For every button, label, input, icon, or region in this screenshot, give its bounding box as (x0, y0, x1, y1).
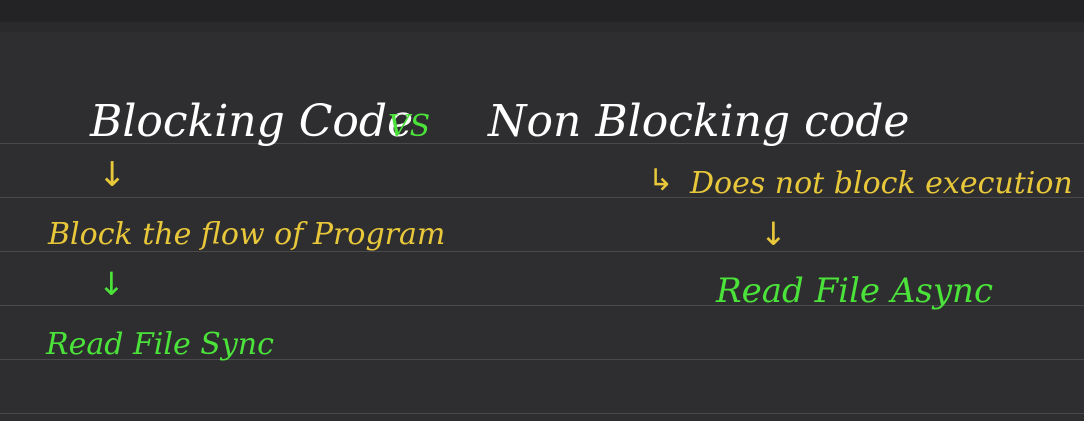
heading-blocking-code: Blocking Code (90, 96, 414, 147)
down-arrow-icon: ↓ (98, 265, 125, 303)
ruled-line (0, 413, 1084, 414)
right-example: Read File Async (716, 271, 993, 311)
top-toolbar-strip (0, 0, 1084, 22)
down-arrow-icon: ↓ (760, 215, 787, 253)
down-arrow-icon: ↓ (98, 155, 127, 195)
notes-canvas: Blocking Code VS Non Blocking code ↓ Blo… (0, 0, 1084, 421)
heading-non-blocking-code: Non Blocking code (488, 96, 910, 147)
left-example: Read File Sync (46, 327, 274, 362)
elbow-arrow-icon: ↳ (648, 163, 674, 198)
heading-vs: VS (388, 109, 431, 144)
right-description: Does not block execution (690, 166, 1073, 201)
left-description: Block the flow of Program (48, 217, 446, 252)
toolbar-shadow (0, 22, 1084, 32)
